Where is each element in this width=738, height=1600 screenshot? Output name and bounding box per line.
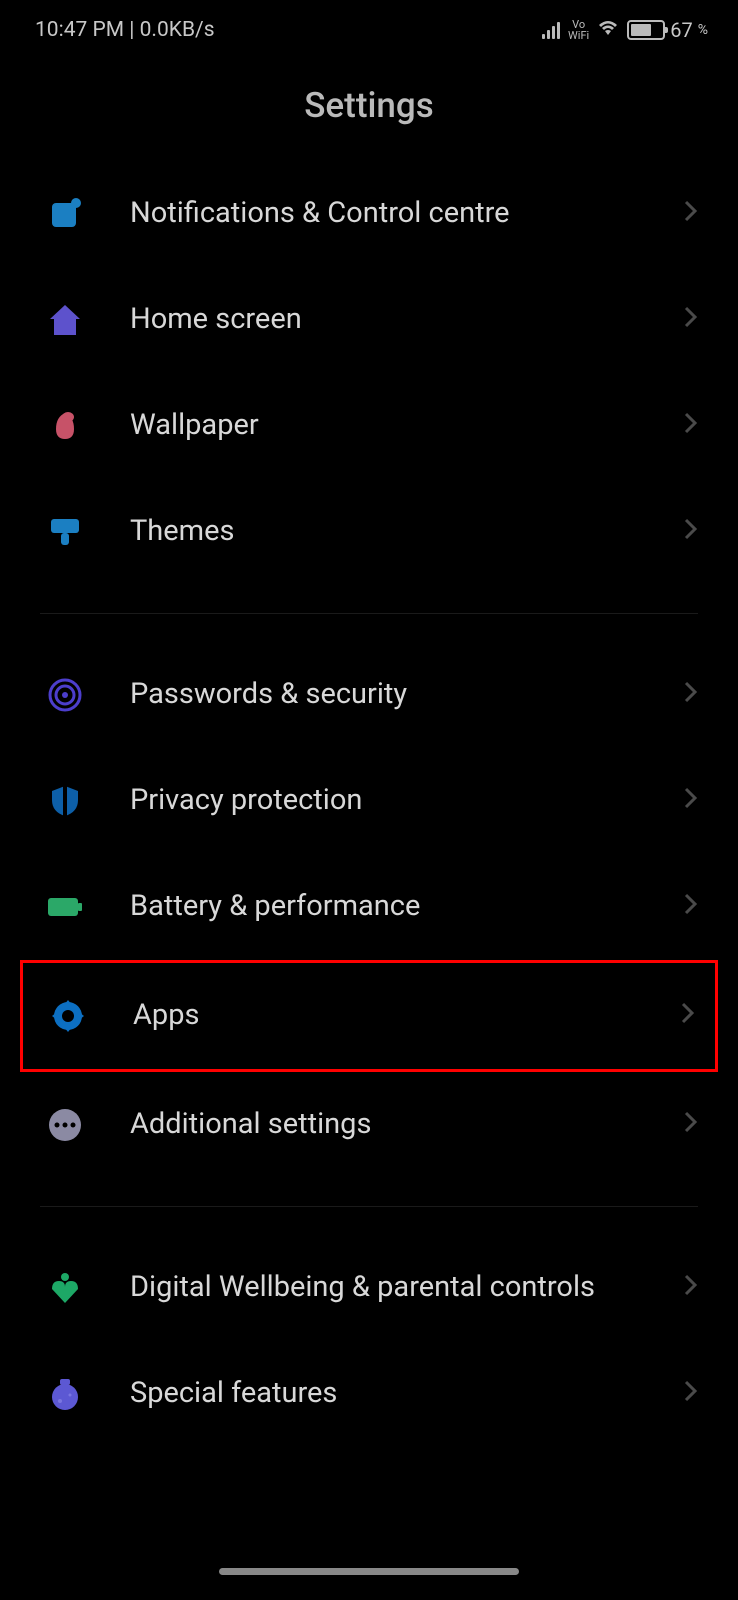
- settings-item-special[interactable]: Special features: [40, 1341, 698, 1447]
- chevron-right-icon: [684, 412, 698, 440]
- settings-item-label: Special features: [130, 1375, 684, 1413]
- chevron-right-icon: [681, 1002, 695, 1030]
- chevron-right-icon: [684, 306, 698, 334]
- settings-item-label: Notifications & Control centre: [130, 195, 684, 233]
- status-right: Vo WiFi 67%: [542, 18, 708, 43]
- chevron-right-icon: [684, 200, 698, 228]
- settings-item-label: Themes: [130, 513, 684, 551]
- chevron-right-icon: [684, 518, 698, 546]
- heart-icon: [40, 1263, 90, 1313]
- settings-item-label: Battery & performance: [130, 888, 684, 926]
- settings-item-label: Digital Wellbeing & parental controls: [130, 1269, 684, 1307]
- settings-item-home-screen[interactable]: Home screen: [40, 267, 698, 373]
- chevron-right-icon: [684, 787, 698, 815]
- section-divider: [40, 1206, 698, 1207]
- chevron-right-icon: [684, 1380, 698, 1408]
- settings-item-label: Privacy protection: [130, 782, 684, 820]
- chevron-right-icon: [684, 1111, 698, 1139]
- chevron-right-icon: [684, 1274, 698, 1302]
- page-title: Settings: [0, 85, 738, 126]
- settings-item-wallpaper[interactable]: Wallpaper: [40, 373, 698, 479]
- vo-wifi-icon: Vo WiFi: [568, 19, 589, 41]
- gear-icon: [43, 991, 93, 1041]
- settings-item-label: Home screen: [130, 301, 684, 339]
- settings-item-notifications[interactable]: Notifications & Control centre: [40, 161, 698, 267]
- battery-indicator: 67%: [627, 18, 708, 42]
- settings-item-themes[interactable]: Themes: [40, 479, 698, 585]
- fingerprint-icon: [40, 670, 90, 720]
- dots-icon: [40, 1100, 90, 1150]
- settings-item-wellbeing[interactable]: Digital Wellbeing & parental controls: [40, 1235, 698, 1341]
- battery-icon: [40, 882, 90, 932]
- wifi-icon: [597, 18, 619, 43]
- themes-icon: [40, 507, 90, 557]
- settings-item-privacy[interactable]: Privacy protection: [40, 748, 698, 854]
- settings-item-apps[interactable]: Apps: [20, 960, 718, 1072]
- home-indicator[interactable]: [219, 1568, 519, 1575]
- chevron-right-icon: [684, 893, 698, 921]
- settings-item-passwords[interactable]: Passwords & security: [40, 642, 698, 748]
- flask-icon: [40, 1369, 90, 1419]
- settings-list: Notifications & Control centre Home scre…: [0, 161, 738, 1447]
- signal-icon: [542, 21, 560, 39]
- wallpaper-icon: [40, 401, 90, 451]
- settings-item-label: Additional settings: [130, 1106, 684, 1144]
- notifications-icon: [40, 189, 90, 239]
- chevron-right-icon: [684, 681, 698, 709]
- status-bar: 10:47 PM | 0.0KB/s Vo WiFi 67%: [0, 0, 738, 50]
- settings-item-label: Apps: [133, 997, 681, 1035]
- settings-item-label: Passwords & security: [130, 676, 684, 714]
- shield-icon: [40, 776, 90, 826]
- settings-item-additional[interactable]: Additional settings: [40, 1072, 698, 1178]
- status-time-data: 10:47 PM | 0.0KB/s: [35, 18, 215, 42]
- home-icon: [40, 295, 90, 345]
- section-divider: [40, 613, 698, 614]
- settings-item-battery[interactable]: Battery & performance: [40, 854, 698, 960]
- settings-item-label: Wallpaper: [130, 407, 684, 445]
